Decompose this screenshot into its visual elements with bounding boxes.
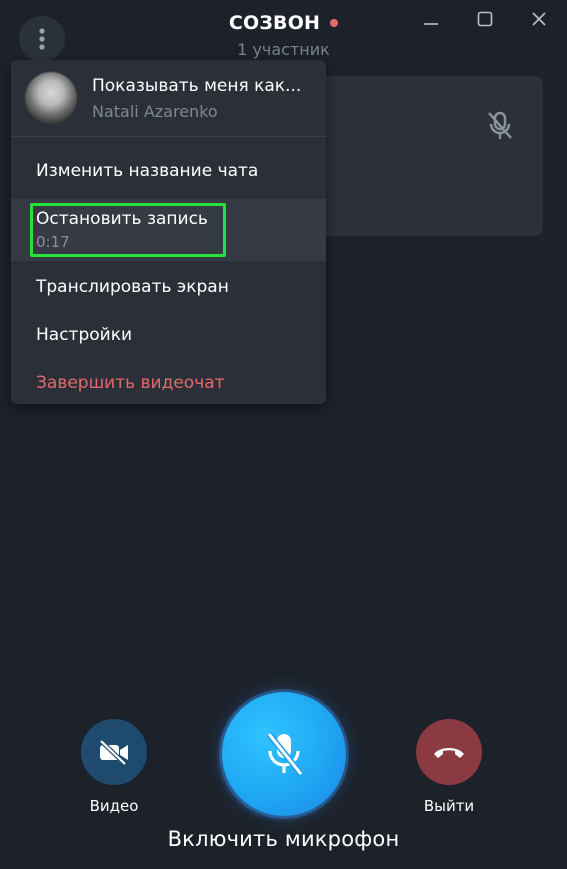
maximize-button[interactable] [471,8,499,30]
leave-control: Выйти [416,719,482,815]
maximize-icon [477,11,493,27]
page-title: СОЗВОН [228,12,339,34]
minimize-button[interactable] [417,8,445,30]
call-title: СОЗВОН [228,12,321,34]
video-off-icon [99,739,128,766]
recording-indicator [330,19,339,27]
mic-toggle-button[interactable] [222,692,346,816]
profile-text: Показывать меня как... Natali Azarenko [92,76,314,121]
voice-chat-window: СОЗВОН 1 участник Показывать меня как...… [0,0,567,869]
rename-chat-item[interactable]: Изменить название чата [11,143,326,199]
mic-off-icon [266,732,304,776]
participant-tile[interactable] [300,76,543,236]
rename-chat-label: Изменить название чата [36,161,259,181]
show-me-as-label: Показывать меня как... [92,75,302,96]
leave-call-button[interactable] [416,719,482,785]
leave-label: Выйти [423,797,475,815]
stop-recording-label: Остановить запись [36,209,208,229]
show-me-as-item[interactable]: Показывать меня как... Natali Azarenko [11,60,326,137]
minimize-icon [424,23,438,25]
recording-time: 0:17 [36,233,70,251]
close-button[interactable] [525,8,553,30]
video-control: Видео [81,719,147,815]
call-options-menu: Показывать меня как... Natali Azarenko И… [11,60,326,404]
avatar [25,72,77,124]
participants-count: 1 участник [237,40,330,59]
phone-hangup-icon [434,748,464,758]
close-icon [532,12,546,26]
stop-recording-item[interactable]: Остановить запись 0:17 [11,199,326,261]
mic-label: Включить микрофон [167,827,400,851]
profile-name: Natali Azarenko [92,101,218,121]
mic-off-icon [485,110,515,146]
share-screen-label: Транслировать экран [36,277,229,297]
end-video-chat-label: Завершить видеочат [36,373,225,393]
window-controls [417,8,553,30]
settings-label: Настройки [36,325,133,345]
video-label: Видео [89,797,139,815]
end-video-chat-item[interactable]: Завершить видеочат [11,357,326,404]
video-toggle-button[interactable] [81,719,147,785]
share-screen-item[interactable]: Транслировать экран [11,261,326,313]
settings-item[interactable]: Настройки [11,313,326,357]
